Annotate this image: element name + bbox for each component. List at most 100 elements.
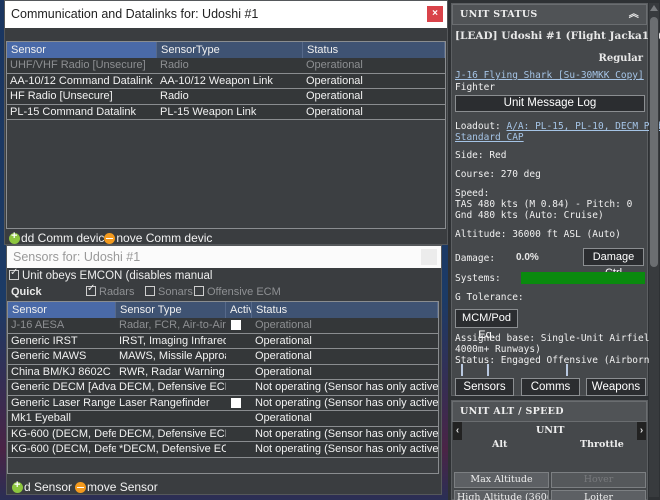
loiter-button[interactable]: Loiter — [551, 490, 646, 500]
add-icon[interactable] — [12, 479, 23, 493]
table-row[interactable]: HF Radio [Unsecure] Radio Operational — [7, 89, 445, 105]
emcon-checkbox-row[interactable]: Unit obeys EMCON (disables manual — [9, 267, 212, 282]
table-row[interactable]: Generic Laser Rangefi... Laser Rangefind… — [8, 395, 438, 411]
chevron-left-icon[interactable]: ‹ — [453, 422, 462, 440]
unit-status-title: UNIT STATUS — [460, 9, 538, 20]
column-header-status[interactable]: Status — [303, 42, 445, 58]
remove-sensor-button[interactable]: move Sensor — [87, 480, 158, 494]
quick-offensive-ecm-option[interactable]: Offensive ECM — [194, 286, 281, 298]
hover-button[interactable]: Hover — [551, 472, 646, 488]
unit-name: [LEAD] Udoshi #1 (Flight Jacka18) — [455, 30, 660, 42]
cell-sensor: Generic Laser Rangefi... — [11, 396, 116, 409]
cell-sensor: Generic MAWS — [11, 350, 87, 362]
table-row[interactable]: PL-15 Command Datalink PL-15 Weapon Link… — [7, 104, 445, 120]
mcm-pod-button[interactable]: MCM/Pod Eq. — [455, 309, 518, 341]
scrollbar-thumb[interactable] — [650, 17, 658, 267]
column-header-sensor-type[interactable]: SensorType — [157, 42, 303, 58]
cell-status: Operational — [255, 319, 312, 331]
column-header-sensor-type[interactable]: Sensor Type — [116, 302, 226, 318]
loadout-label: Loadout: — [455, 121, 507, 132]
column-header-sensor[interactable]: Sensor — [7, 42, 157, 58]
sensors-window-title-bar: Sensors for: Udoshi #1 — [7, 246, 441, 268]
assigned-base-line2: 4000m+ Runways) — [455, 344, 541, 355]
sonars-checkbox[interactable] — [145, 286, 155, 296]
remove-icon[interactable] — [104, 232, 116, 244]
cell-status: Operational — [306, 90, 363, 102]
offensive-ecm-checkbox[interactable] — [194, 286, 204, 296]
sonars-label: Sonars — [158, 286, 193, 298]
aircraft-link[interactable]: J-16 Flying Shark [Su-30MKK Copy] — [455, 70, 644, 81]
high-altitude-button[interactable]: High Altitude (360( — [454, 490, 549, 500]
add-comm-device-button[interactable]: dd Comm devic — [21, 231, 104, 245]
close-icon[interactable]: × — [427, 6, 443, 22]
status-tick — [566, 364, 568, 376]
column-header-sensor[interactable]: Sensor — [8, 302, 116, 318]
comm-datalinks-window: Communication and Datalinks for: Udoshi … — [4, 0, 448, 245]
add-sensor-button[interactable]: d Sensor — [24, 480, 72, 494]
table-row[interactable]: Generic IRST IRST, Imaging Infrared... O… — [8, 333, 438, 349]
weapons-button[interactable]: Weapons — [586, 378, 646, 396]
table-row[interactable]: Mk1 Eyeball Operational — [8, 411, 438, 427]
column-header-active[interactable]: Activ — [226, 302, 252, 318]
table-row[interactable]: KG-600 (DECM, Defen... DECM, Defensive E… — [8, 426, 438, 442]
quick-label: Quick — [11, 286, 42, 298]
active-checkbox[interactable] — [231, 320, 241, 330]
alt-speed-header[interactable]: UNIT ALT / SPEED — [452, 401, 647, 422]
cell-active — [226, 318, 252, 333]
cell-active — [226, 442, 252, 457]
sensors-button[interactable]: Sensors — [455, 378, 514, 396]
remove-comm-device-button[interactable]: nove Comm devic — [116, 231, 212, 245]
status-tick — [487, 364, 489, 376]
comms-button[interactable]: Comms — [521, 378, 580, 396]
table-row[interactable]: J-16 AESA Radar, FCR, Air-to-Air ... Ope… — [8, 318, 438, 334]
cell-sensor: Mk1 Eyeball — [11, 412, 71, 424]
table-row[interactable]: KG-600 (DECM, Defen... *DECM, Defensive … — [8, 442, 438, 458]
panel-scrollbar[interactable] — [649, 3, 659, 497]
unit-message-log-button[interactable]: Unit Message Log — [455, 95, 645, 112]
table-row[interactable]: Generic DECM [Advan... DECM, Defensive E… — [8, 380, 438, 396]
table-row[interactable]: UHF/VHF Radio [Unsecure] Radio Operation… — [7, 58, 445, 74]
cell-status: Operational — [255, 412, 312, 424]
sensors-window-title: Sensors for: Udoshi #1 — [13, 250, 141, 264]
damage-control-button[interactable]: Damage Ctrl — [583, 248, 644, 279]
comm-table-header: Sensor SensorType Status — [7, 42, 445, 58]
unit-status-panel: UNIT STATUS ︽ [LEAD] Udoshi #1 (Flight J… — [451, 3, 660, 396]
max-altitude-button[interactable]: Max Altitude — [454, 472, 549, 488]
sensors-window: Sensors for: Udoshi #1 Unit obeys EMCON … — [6, 245, 442, 495]
collapse-icon[interactable]: ︽ — [629, 5, 639, 24]
cell-active — [226, 411, 252, 426]
table-row[interactable]: Generic MAWS MAWS, Missile Approa... Ope… — [8, 349, 438, 365]
cell-sensor: China BM/KJ 8602C — [11, 365, 111, 378]
chevron-right-icon[interactable]: › — [637, 422, 646, 440]
table-row[interactable]: China BM/KJ 8602C RWR, Radar Warning R..… — [8, 364, 438, 380]
cell-active — [226, 380, 252, 395]
alt-speed-title: UNIT ALT / SPEED — [460, 406, 564, 417]
nav-title: UNIT — [536, 425, 565, 436]
comm-window-title-bar: Communication and Datalinks for: Udoshi … — [5, 1, 447, 28]
sensors-table: Sensor Sensor Type Activ Status J-16 AES… — [7, 301, 439, 474]
emcon-checkbox[interactable] — [9, 267, 19, 280]
table-row[interactable]: AA-10/12 Command Datalink AA-10/12 Weapo… — [7, 73, 445, 89]
remove-icon[interactable] — [75, 481, 87, 493]
side-label: Side: Red — [455, 150, 507, 161]
assigned-base-line1: Assigned base: Single-Unit Airfield (4x — [455, 333, 660, 344]
cell-type: RWR, Radar Warning R... — [119, 365, 226, 378]
loadout-link-cont[interactable]: Standard CAP — [455, 132, 524, 143]
column-header-status[interactable]: Status — [252, 302, 438, 318]
unit-status-header[interactable]: UNIT STATUS ︽ — [452, 4, 647, 25]
cell-sensor: PL-15 Command Datalink — [10, 105, 136, 118]
cell-type: MAWS, Missile Approa... — [119, 350, 226, 362]
quick-sonars-option[interactable]: Sonars — [145, 286, 193, 298]
offensive-ecm-label: Offensive ECM — [207, 286, 281, 298]
radars-checkbox[interactable] — [86, 283, 96, 296]
cell-sensor: Generic DECM [Advan... — [11, 381, 116, 393]
active-checkbox[interactable] — [231, 397, 241, 408]
quick-radars-option[interactable]: Radars — [86, 283, 134, 298]
scroll-up-icon[interactable] — [650, 5, 658, 11]
loadout-link[interactable]: A/A: PL-15, PL-10, DECM Pods, — [506, 121, 660, 132]
close-icon[interactable] — [421, 249, 437, 265]
cell-type: *DECM, Defensive ECM — [119, 443, 226, 455]
add-icon[interactable] — [9, 230, 20, 244]
status-tick — [461, 364, 463, 376]
throttle-column-label: Throttle — [580, 439, 624, 450]
